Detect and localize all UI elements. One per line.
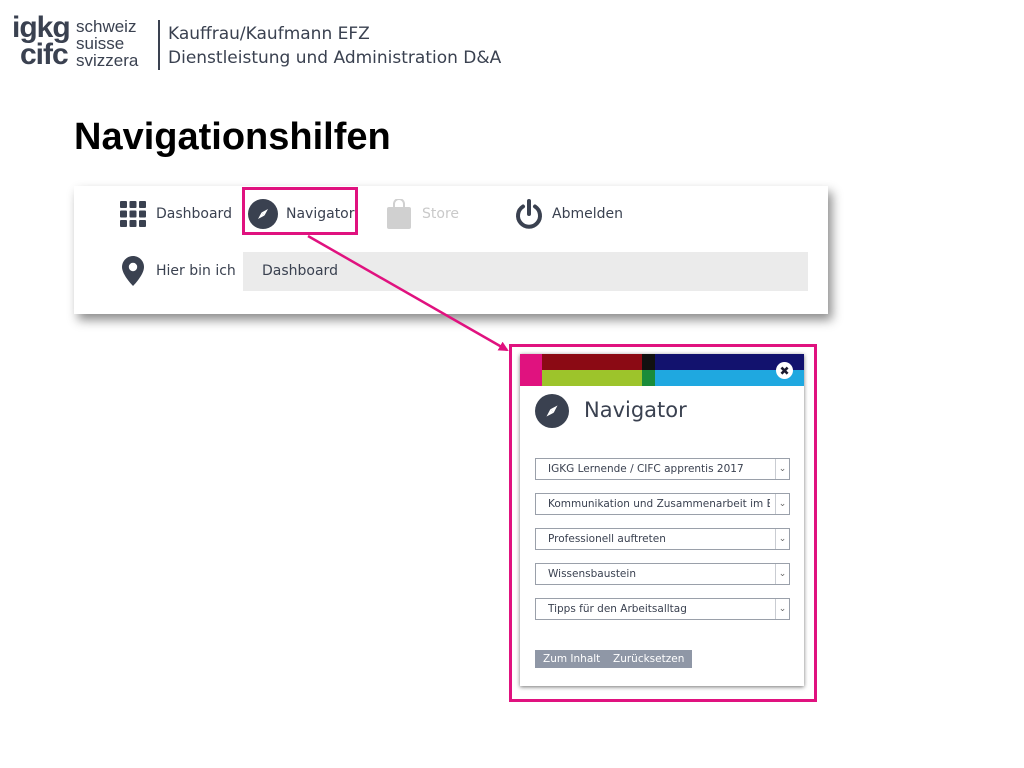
reset-button[interactable]: Zurücksetzen xyxy=(605,650,693,668)
select-course[interactable]: IGKG Lernende / CIFC apprentis 2017 ⌄ xyxy=(535,458,790,480)
dialog-title: Navigator xyxy=(584,398,687,422)
compass-icon xyxy=(535,394,569,428)
select-topic[interactable]: Professionell auftreten ⌄ xyxy=(535,528,790,550)
select-type-value: Wissensbaustein xyxy=(548,568,636,580)
navigator-dialog: ✖ Navigator IGKG Lernende / CIFC apprent… xyxy=(520,354,804,686)
close-icon[interactable]: ✖ xyxy=(776,362,793,379)
select-type[interactable]: Wissensbaustein ⌄ xyxy=(535,563,790,585)
select-course-value: IGKG Lernende / CIFC apprentis 2017 xyxy=(548,463,744,475)
select-topic-value: Professionell auftreten xyxy=(548,533,666,545)
chevron-down-icon: ⌄ xyxy=(775,494,789,514)
brand-color-stripes xyxy=(520,354,804,386)
chevron-down-icon: ⌄ xyxy=(775,564,789,584)
select-unit[interactable]: Tipps für den Arbeitsalltag ⌄ xyxy=(535,598,790,620)
select-unit-value: Tipps für den Arbeitsalltag xyxy=(548,603,687,615)
chevron-down-icon: ⌄ xyxy=(775,529,789,549)
select-module[interactable]: Kommunikation und Zusammenarbeit im Betr… xyxy=(535,493,790,515)
select-module-value: Kommunikation und Zusammenarbeit im Betr… xyxy=(548,498,770,510)
chevron-down-icon: ⌄ xyxy=(775,459,789,479)
chevron-down-icon: ⌄ xyxy=(775,599,789,619)
to-content-button[interactable]: Zum Inhalt xyxy=(535,650,609,668)
